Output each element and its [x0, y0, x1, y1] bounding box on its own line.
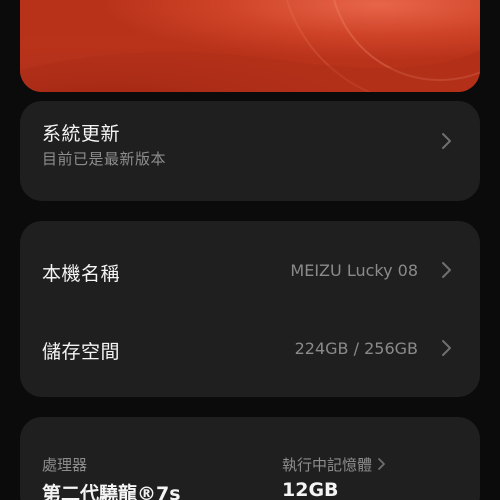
- processor-label: 處理器: [42, 456, 88, 474]
- system-update-row[interactable]: 系統更新 目前已是最新版本: [20, 101, 480, 201]
- device-name-row[interactable]: 本機名稱 MEIZU Lucky 08: [20, 221, 480, 309]
- system-update-status: 目前已是最新版本: [42, 150, 167, 168]
- processor-value: 第二代驍龍®7s: [42, 483, 181, 500]
- memory-value: 12GB: [282, 479, 339, 500]
- about-phone-screen: 系統更新 目前已是最新版本 本機名稱 MEIZU Lucky 08 儲存空間 2…: [0, 0, 500, 500]
- memory-link[interactable]: 執行中記憶體: [282, 454, 386, 475]
- storage-value: 224GB / 256GB: [294, 339, 418, 358]
- hardware-specs-card: 處理器 第二代驍龍®7s 執行中記憶體 12GB: [20, 417, 480, 500]
- chevron-right-icon: [438, 338, 454, 358]
- device-name-label: 本機名稱: [42, 263, 121, 285]
- storage-row[interactable]: 儲存空間 224GB / 256GB: [20, 309, 480, 397]
- hero-wallpaper-banner: [20, 0, 480, 92]
- storage-label: 儲存空間: [42, 341, 121, 363]
- chevron-right-icon: [376, 457, 386, 475]
- device-name-value: MEIZU Lucky 08: [290, 261, 418, 280]
- chevron-right-icon: [438, 260, 454, 280]
- chevron-right-icon: [438, 131, 454, 151]
- system-update-card[interactable]: 系統更新 目前已是最新版本: [20, 101, 480, 201]
- device-info-card: 本機名稱 MEIZU Lucky 08 儲存空間 224GB / 256GB: [20, 221, 480, 397]
- system-update-title: 系統更新: [42, 123, 121, 145]
- memory-label: 執行中記憶體: [282, 456, 373, 474]
